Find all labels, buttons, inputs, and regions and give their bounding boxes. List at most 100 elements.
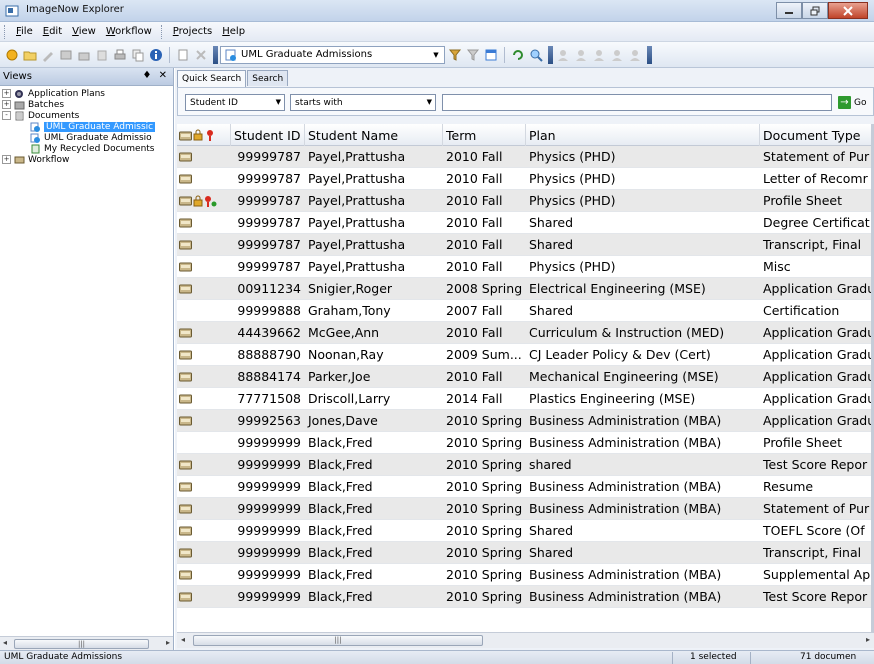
tree-item-batches[interactable]: + Batches xyxy=(0,99,173,110)
expand-icon[interactable]: + xyxy=(2,89,11,98)
scroll-right-icon[interactable]: ▸ xyxy=(166,638,170,647)
cell-student-name: Payel,Prattusha xyxy=(308,149,406,164)
table-row[interactable]: 99999999 Black,Fred 2010 Spring Business Ad… xyxy=(177,432,874,454)
clear-filter-icon[interactable] xyxy=(465,47,481,63)
collapse-icon[interactable]: - xyxy=(2,111,11,120)
minimize-button[interactable] xyxy=(776,2,802,19)
table-row[interactable]: 77771508 Driscoll,Larry 2014 Fall Plastics … xyxy=(177,388,874,410)
table-row[interactable]: 99999787 Payel,Prattusha 2010 Fall Physics … xyxy=(177,168,874,190)
table-row[interactable]: 99999999 Black,Fred 2010 Spring Shared Trans… xyxy=(177,542,874,564)
cell-plan: Shared xyxy=(529,545,574,560)
table-row[interactable]: 99999999 Black,Fred 2010 Spring Shared TOEFL… xyxy=(177,520,874,542)
menu-label-rest: rojects xyxy=(178,26,213,37)
user-icon[interactable] xyxy=(591,47,607,63)
toolbar-overflow[interactable] xyxy=(647,45,652,64)
menu-view[interactable]: View xyxy=(67,26,101,37)
menu-label-rest: ile xyxy=(21,26,33,37)
tree-item-workflow[interactable]: + Workflow xyxy=(0,154,173,165)
menu-projects[interactable]: Projects xyxy=(168,26,217,37)
cell-document-type: Application Gradu xyxy=(763,347,874,362)
refresh-icon[interactable] xyxy=(510,47,526,63)
table-row[interactable]: 88884174 Parker,Joe 2010 Fall Mechanical En… xyxy=(177,366,874,388)
views-horizontal-scrollbar[interactable]: ◂ ||| ▸ xyxy=(0,636,173,650)
column-header-student-id[interactable]: Student ID xyxy=(231,124,305,146)
search-input[interactable] xyxy=(442,94,832,111)
tree-item-application-plans[interactable]: + Application Plans xyxy=(0,88,173,99)
scroll-left-icon[interactable]: ◂ xyxy=(3,638,7,647)
scroll-left-icon[interactable]: ◂ xyxy=(181,635,185,644)
table-row[interactable]: 00911234 Snigier,Roger 2008 Spring Electric… xyxy=(177,278,874,300)
toolbar-overflow[interactable] xyxy=(213,45,218,64)
table-row[interactable]: 99999999 Black,Fred 2010 Spring Business Ad… xyxy=(177,564,874,586)
info-icon[interactable] xyxy=(148,47,164,63)
edit-icon[interactable] xyxy=(40,47,56,63)
table-row[interactable]: 99999787 Payel,Prattusha 2010 Fall Physics … xyxy=(177,146,874,168)
user-icon[interactable] xyxy=(627,47,643,63)
table-row[interactable]: 99999787 Payel,Prattusha 2010 Fall Shared Tr… xyxy=(177,234,874,256)
go-button[interactable]: → Go xyxy=(838,94,866,111)
table-row[interactable]: 88888790 Noonan,Ray 2009 Sum... CJ Leader P… xyxy=(177,344,874,366)
scroll-right-icon[interactable]: ▸ xyxy=(866,635,870,644)
menu-edit[interactable]: Edit xyxy=(38,26,67,37)
table-row[interactable]: 99999999 Black,Fred 2010 Spring Business Ad… xyxy=(177,476,874,498)
table-row[interactable]: 99999999 Black,Fred 2010 Spring shared Test … xyxy=(177,454,874,476)
document-icon xyxy=(179,350,192,360)
row-status-icons xyxy=(177,432,231,453)
column-header-document-type[interactable]: Document Type xyxy=(760,124,874,146)
user-icon[interactable] xyxy=(609,47,625,63)
table-row[interactable]: 99999787 Payel,Prattusha 2010 Fall Physics … xyxy=(177,256,874,278)
cell-document-type: Letter of Recomr xyxy=(763,171,868,186)
column-header-student-name[interactable]: Student Name xyxy=(305,124,443,146)
tree-item-my-recycled-documents[interactable]: My Recycled Documents xyxy=(0,143,173,154)
table-row[interactable]: 99999787 Payel,Prattusha 2010 Fall Physics … xyxy=(177,190,874,212)
expand-icon[interactable]: + xyxy=(2,155,11,164)
user-icon[interactable] xyxy=(555,47,571,63)
scroll-thumb[interactable]: ||| xyxy=(14,639,149,649)
column-header-term[interactable]: Term xyxy=(443,124,526,146)
close-button[interactable] xyxy=(828,2,868,19)
delete-icon[interactable] xyxy=(193,47,209,63)
menu-workflow[interactable]: Workflow xyxy=(101,26,157,37)
restore-button[interactable] xyxy=(802,2,828,19)
grid-horizontal-scrollbar[interactable]: ◂ ||| ▸ xyxy=(177,632,874,648)
scan-icon[interactable] xyxy=(58,47,74,63)
close-panel-icon[interactable]: ✕ xyxy=(159,70,167,81)
tree-item-uml-graduate-admissio[interactable]: UML Graduate Admissio xyxy=(0,132,173,143)
scroll-thumb[interactable]: ||| xyxy=(193,635,483,646)
fax-icon[interactable] xyxy=(76,47,92,63)
cell-student-name: Payel,Prattusha xyxy=(308,171,406,186)
new-icon[interactable] xyxy=(4,47,20,63)
table-row[interactable]: 99992563 Jones,Dave 2010 Spring Business Ad… xyxy=(177,410,874,432)
cell-plan: Physics (PHD) xyxy=(529,193,616,208)
search-operator-select[interactable]: starts with ▼ xyxy=(290,94,436,111)
search-icon[interactable] xyxy=(528,47,544,63)
capture-icon[interactable] xyxy=(94,47,110,63)
tab-quick-search[interactable]: Quick Search xyxy=(177,70,247,87)
copy-icon[interactable] xyxy=(130,47,146,63)
tree-item-uml-graduate-admissic[interactable]: UML Graduate Admissic xyxy=(0,121,173,132)
view-dropdown[interactable]: UML Graduate Admissions ▼ xyxy=(220,45,445,64)
cell-student-name: Parker,Joe xyxy=(308,369,371,384)
expand-icon[interactable]: + xyxy=(2,100,11,109)
open-folder-icon[interactable] xyxy=(22,47,38,63)
filter-icon[interactable] xyxy=(447,47,463,63)
menu-file[interactable]: File xyxy=(11,26,38,37)
column-header-plan[interactable]: Plan xyxy=(526,124,760,146)
icon-columns-header[interactable] xyxy=(177,124,231,146)
menu-help[interactable]: Help xyxy=(217,26,250,37)
search-field-select[interactable]: Student ID ▼ xyxy=(185,94,285,111)
table-row[interactable]: 99999787 Payel,Prattusha 2010 Fall Shared De… xyxy=(177,212,874,234)
print-icon[interactable] xyxy=(112,47,128,63)
user-icon[interactable] xyxy=(573,47,589,63)
page-icon[interactable] xyxy=(175,47,191,63)
table-row[interactable]: 99999888 Graham,Tony 2007 Fall Shared Certif… xyxy=(177,300,874,322)
columns-icon[interactable] xyxy=(483,47,499,63)
pin-icon[interactable]: ♦ xyxy=(142,70,151,81)
views-panel: Views ♦ ✕ + Application Plans + Batches - Doc… xyxy=(0,68,174,650)
tab-search[interactable]: Search xyxy=(247,70,289,86)
table-row[interactable]: 99999999 Black,Fred 2010 Spring Business Ad… xyxy=(177,498,874,520)
table-row[interactable]: 99999999 Black,Fred 2010 Spring Business Ad… xyxy=(177,586,874,608)
table-row[interactable]: 44439662 McGee,Ann 2010 Fall Curriculum & I… xyxy=(177,322,874,344)
tree-item-documents[interactable]: - Documents xyxy=(0,110,173,121)
toolbar-overflow[interactable] xyxy=(548,45,553,64)
